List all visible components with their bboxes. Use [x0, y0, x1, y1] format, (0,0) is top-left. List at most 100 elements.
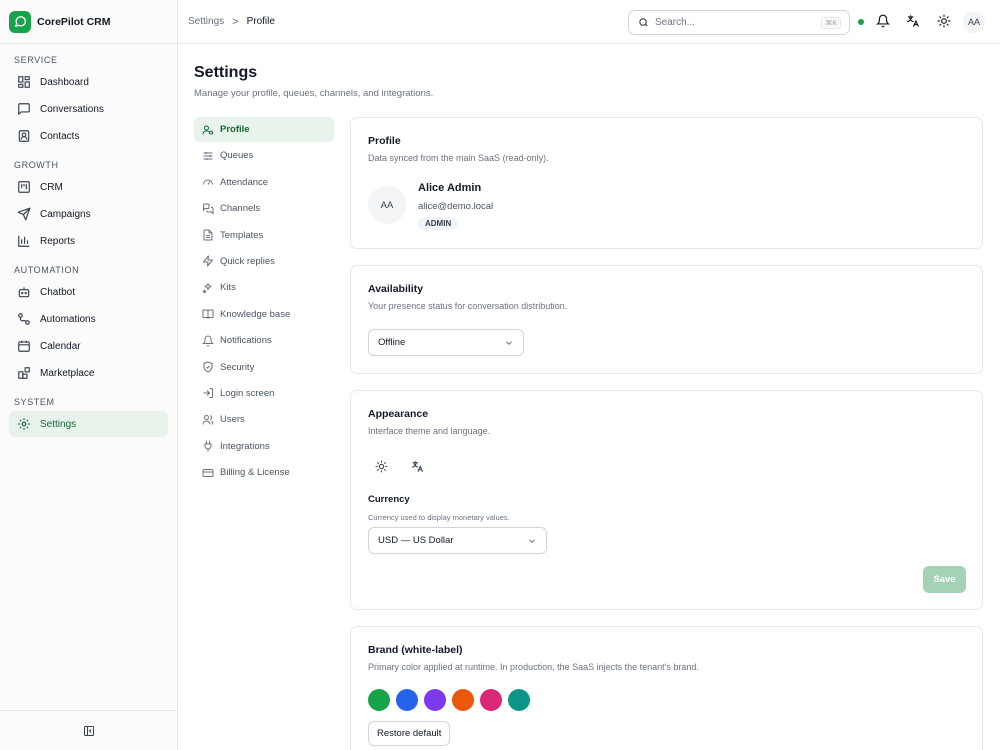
sidebar-item-contacts[interactable]: Contacts	[9, 123, 168, 149]
profile-email: alice@demo.local	[418, 201, 494, 212]
nav-group-title: AUTOMATION	[14, 265, 80, 275]
chevron-down-icon	[504, 338, 514, 348]
sidebar-item-marketplace[interactable]: Marketplace	[9, 360, 168, 386]
zap-icon	[202, 255, 214, 267]
availability-card-title: Availability	[368, 283, 424, 295]
sidebar-item-crm[interactable]: CRM	[9, 174, 168, 200]
topbar: Settings > Profile ⌘K AA	[178, 0, 1000, 44]
messages-icon	[202, 203, 214, 215]
sidebar-item-label: Chatbot	[40, 286, 76, 298]
subnav-item-attendance[interactable]: Attendance	[194, 170, 334, 195]
subnav-label: Login screen	[220, 387, 275, 399]
color-swatch-purple[interactable]	[424, 689, 446, 711]
subnav-label: Knowledge base	[220, 308, 291, 320]
sidebar-item-chatbot[interactable]: Chatbot	[9, 279, 168, 305]
sun-icon[interactable]	[937, 14, 951, 28]
profile-name: Alice Admin	[418, 182, 482, 194]
subnav-label: Channels	[220, 203, 261, 215]
appearance-card-title: Appearance	[368, 408, 429, 420]
users-icon	[202, 414, 214, 426]
currency-hint: Currency used to display monetary values…	[368, 513, 510, 522]
subnav-item-knowledge-base[interactable]: Knowledge base	[194, 302, 334, 327]
credit-card-icon	[202, 467, 214, 479]
subnav-label: Notifications	[220, 335, 272, 347]
chevron-down-icon	[527, 536, 537, 546]
sun-icon[interactable]	[375, 460, 388, 473]
sidebar-item-campaigns[interactable]: Campaigns	[9, 201, 168, 227]
color-swatch-pink[interactable]	[480, 689, 502, 711]
app-name: CorePilot CRM	[37, 15, 111, 28]
subnav-item-queues[interactable]: Queues	[194, 143, 334, 168]
sliders-icon	[202, 150, 214, 162]
subnav-item-notifications[interactable]: Notifications	[194, 328, 334, 353]
color-swatch-orange[interactable]	[452, 689, 474, 711]
page-subtitle: Manage your profile, queues, channels, a…	[194, 88, 434, 99]
breadcrumb-root[interactable]: Settings	[188, 16, 224, 27]
contact-card-icon	[17, 129, 31, 143]
translate-icon[interactable]	[906, 14, 920, 28]
subnav-label: Security	[220, 361, 255, 373]
subnav-item-quick-replies[interactable]: Quick replies	[194, 249, 334, 274]
restore-default-button[interactable]: Restore default	[368, 721, 451, 746]
subnav-label: Users	[220, 414, 245, 426]
subnav-label: Kits	[220, 282, 236, 294]
sidebar-item-label: Settings	[40, 418, 77, 430]
availability-card-description: Your presence status for conversation di…	[368, 301, 568, 311]
sidebar-item-automations[interactable]: Automations	[9, 306, 168, 332]
currency-value: USD — US Dollar	[378, 535, 454, 546]
save-button[interactable]: Save	[923, 566, 966, 593]
workflow-icon	[17, 312, 31, 326]
breadcrumb-current: Profile	[246, 16, 275, 27]
profile-avatar: AA	[368, 186, 406, 224]
search-input[interactable]	[655, 17, 815, 28]
currency-select[interactable]: USD — US Dollar	[368, 527, 547, 554]
settings-subnav: Profile Queues Attendance Channels Templ…	[194, 117, 334, 486]
subnav-item-templates[interactable]: Templates	[194, 223, 334, 248]
subnav-item-integrations[interactable]: Integrations	[194, 434, 334, 459]
sidebar-item-label: Conversations	[40, 103, 104, 115]
bell-icon[interactable]	[876, 14, 890, 28]
sidebar-item-label: Marketplace	[40, 367, 95, 379]
color-swatch-blue[interactable]	[396, 689, 418, 711]
kanban-icon	[17, 180, 31, 194]
log-in-icon	[202, 387, 214, 399]
subnav-label: Attendance	[220, 176, 269, 188]
panel-collapse-icon	[83, 725, 95, 737]
subnav-item-profile[interactable]: Profile	[194, 117, 334, 142]
gear-icon	[17, 417, 31, 431]
send-icon	[17, 207, 31, 221]
availability-select[interactable]: Offline	[368, 329, 524, 356]
sidebar-item-label: Dashboard	[40, 76, 89, 88]
subnav-item-billing-license[interactable]: Billing & License	[194, 460, 334, 485]
bot-icon	[17, 285, 31, 299]
search-box[interactable]: ⌘K	[628, 10, 850, 35]
search-shortcut: ⌘K	[821, 17, 841, 29]
appearance-card: Appearance Interface theme and language.…	[350, 390, 983, 610]
sidebar-item-reports[interactable]: Reports	[9, 228, 168, 254]
subnav-item-security[interactable]: Security	[194, 355, 334, 380]
sidebar-item-label: Reports	[40, 235, 76, 247]
profile-card-description: Data synced from the main SaaS (read-onl…	[368, 153, 549, 163]
user-avatar[interactable]: AA	[963, 11, 985, 33]
translate-icon[interactable]	[411, 460, 424, 473]
sidebar-item-settings[interactable]: Settings	[9, 411, 168, 437]
sidebar-item-dashboard[interactable]: Dashboard	[9, 69, 168, 95]
availability-value: Offline	[378, 337, 406, 348]
subnav-item-channels[interactable]: Channels	[194, 196, 334, 221]
subnav-item-kits[interactable]: Kits	[194, 275, 334, 300]
sidebar-item-calendar[interactable]: Calendar	[9, 333, 168, 359]
subnav-label: Quick replies	[220, 255, 275, 267]
subnav-label: Integrations	[220, 440, 270, 452]
subnav-item-users[interactable]: Users	[194, 407, 334, 432]
brand[interactable]: CorePilot CRM	[0, 0, 177, 44]
subnav-item-login-screen[interactable]: Login screen	[194, 381, 334, 406]
color-swatch-teal[interactable]	[508, 689, 530, 711]
sidebar-collapse-button[interactable]	[0, 710, 177, 750]
color-swatch-green[interactable]	[368, 689, 390, 711]
availability-card: Availability Your presence status for co…	[350, 265, 983, 374]
bell-icon	[202, 335, 214, 347]
breadcrumb: Settings > Profile	[188, 16, 275, 28]
sidebar: CorePilot CRM SERVICE Dashboard Conversa…	[0, 0, 178, 750]
sidebar-item-label: Campaigns	[40, 208, 91, 220]
sidebar-item-conversations[interactable]: Conversations	[9, 96, 168, 122]
